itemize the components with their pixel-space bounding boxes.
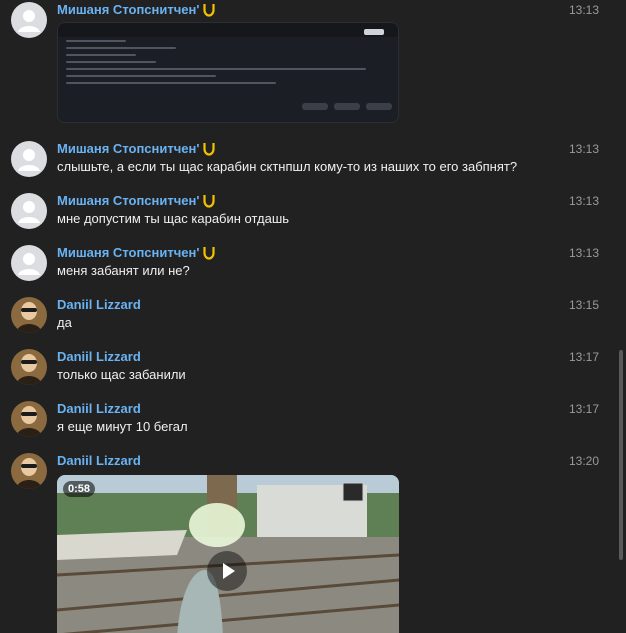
scrollbar[interactable]	[619, 350, 623, 560]
author-name-text: Мишаня Стопснитчен'	[57, 2, 200, 17]
author-name[interactable]: Daniil Lizzard	[57, 297, 141, 312]
user-placeholder-icon	[18, 201, 40, 223]
message-text: меня забанят или не?	[57, 263, 190, 278]
author-name-text: Мишаня Стопснитчен'	[57, 245, 200, 260]
screenshot-attachment[interactable]	[57, 22, 399, 123]
avatar[interactable]	[11, 141, 47, 177]
message-time: 13:13	[568, 142, 599, 156]
screenshot-header	[58, 23, 398, 37]
user-placeholder-icon	[18, 149, 40, 171]
screenshot-text-lines	[66, 40, 366, 89]
user-placeholder-icon	[18, 10, 40, 32]
message-time: 13:13	[568, 194, 599, 208]
message-time: 13:15	[568, 298, 599, 312]
author-name-text: Мишаня Стопснитчен'	[57, 193, 200, 208]
avatar[interactable]	[11, 453, 47, 489]
author-name[interactable]: Мишаня Стопснитчен'	[57, 193, 216, 208]
message-7: Daniil Lizzard 13:20 0:58	[0, 453, 610, 633]
message-time: 13:17	[568, 350, 599, 364]
horseshoe-icon	[203, 3, 216, 17]
horseshoe-icon	[203, 194, 216, 208]
avatar[interactable]	[11, 193, 47, 229]
play-icon[interactable]	[207, 551, 247, 591]
message-5: Daniil Lizzard 13:17 только щас забанили	[0, 349, 610, 389]
message-4: Daniil Lizzard 13:15 да	[0, 297, 610, 337]
video-duration: 0:58	[63, 481, 96, 497]
profile-photo	[11, 297, 47, 333]
author-name-text: Daniil Lizzard	[57, 401, 141, 416]
author-name-text: Daniil Lizzard	[57, 453, 141, 468]
author-name-text: Daniil Lizzard	[57, 297, 141, 312]
message-text: я еще минут 10 бегал	[57, 419, 188, 434]
horseshoe-icon	[203, 142, 216, 156]
author-name-text: Daniil Lizzard	[57, 349, 141, 364]
avatar[interactable]	[11, 401, 47, 437]
author-name[interactable]: Daniil Lizzard	[57, 453, 141, 468]
avatar[interactable]	[11, 297, 47, 333]
avatar[interactable]	[11, 245, 47, 281]
author-name[interactable]: Мишаня Стопснитчен'	[57, 245, 216, 260]
video-attachment[interactable]: 0:58	[57, 475, 399, 633]
chat-history: Мишаня Стопснитчен' 13:13 Мишаня Стопсни…	[0, 0, 626, 633]
message-text: мне допустим ты щас карабин отдашь	[57, 211, 290, 226]
author-name[interactable]: Daniil Lizzard	[57, 401, 141, 416]
screenshot-actions	[302, 103, 392, 110]
message-1: Мишаня Стопснитчен' 13:13 слышьте, а есл…	[0, 141, 610, 181]
user-placeholder-icon	[18, 253, 40, 275]
profile-photo	[11, 349, 47, 385]
profile-photo	[11, 453, 47, 489]
author-name[interactable]: Daniil Lizzard	[57, 349, 141, 364]
avatar[interactable]	[11, 349, 47, 385]
avatar[interactable]	[11, 2, 47, 38]
message-text: только щас забанили	[57, 367, 186, 382]
profile-photo	[11, 401, 47, 437]
author-name[interactable]: Мишаня Стопснитчен'	[57, 2, 216, 17]
author-name[interactable]: Мишаня Стопснитчен'	[57, 141, 216, 156]
message-time: 13:13	[568, 3, 599, 17]
message-time: 13:13	[568, 246, 599, 260]
message-2: Мишаня Стопснитчен' 13:13 мне допустим т…	[0, 193, 610, 233]
message-text: слышьте, а если ты щас карабин сктнпшл к…	[57, 159, 518, 174]
message-time: 13:20	[568, 454, 599, 468]
screenshot-chip	[364, 29, 384, 35]
message-3: Мишаня Стопснитчен' 13:13 меня забанят и…	[0, 245, 610, 285]
horseshoe-icon	[203, 246, 216, 260]
message-6: Daniil Lizzard 13:17 я еще минут 10 бега…	[0, 401, 610, 441]
message-time: 13:17	[568, 402, 599, 416]
message-0: Мишаня Стопснитчен' 13:13	[0, 2, 610, 127]
message-text: да	[57, 315, 72, 330]
author-name-text: Мишаня Стопснитчен'	[57, 141, 200, 156]
